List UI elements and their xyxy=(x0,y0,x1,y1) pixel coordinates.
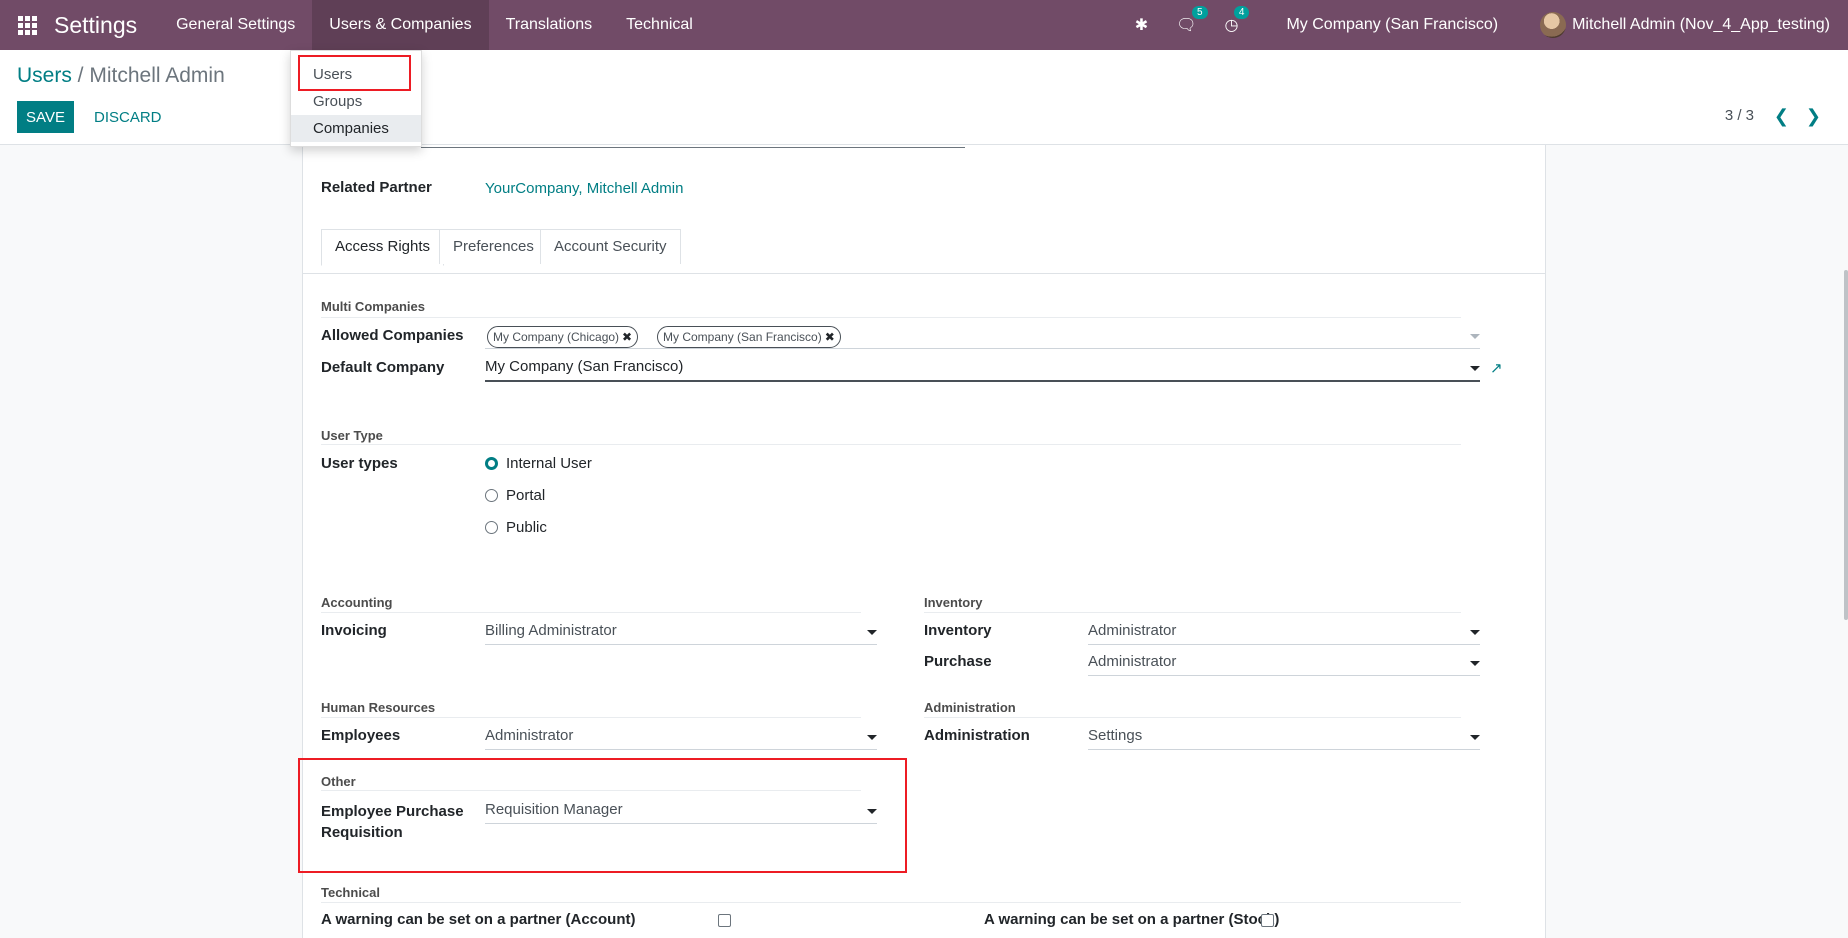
inventory-select[interactable]: Administrator xyxy=(1088,622,1480,645)
radio-internal-user[interactable]: Internal User xyxy=(485,455,592,472)
purchase-label: Purchase xyxy=(924,653,992,670)
caret-down-icon xyxy=(867,735,877,740)
user-types-label: User types xyxy=(321,455,398,472)
tab-account-security[interactable]: Account Security xyxy=(540,229,681,264)
caret-down-icon xyxy=(1470,630,1480,635)
group-title-user-type: User Type xyxy=(321,428,383,443)
chat-icon[interactable]: 🗨 5 xyxy=(1176,6,1208,35)
inventory-label: Inventory xyxy=(924,622,992,639)
menu-users-companies[interactable]: Users & Companies xyxy=(312,0,489,50)
chevron-left-icon[interactable]: ❮ xyxy=(1774,106,1789,127)
default-company-label: Default Company xyxy=(321,359,445,376)
pager-value: 3 / 3 xyxy=(1724,107,1754,124)
divider xyxy=(321,902,1461,903)
radio-label: Public xyxy=(506,519,547,536)
employees-label: Employees xyxy=(321,727,401,744)
breadcrumb-separator: / xyxy=(71,64,90,87)
warning-account-label: A warning can be set on a partner (Accou… xyxy=(321,911,636,928)
group-title-human-resources: Human Resources xyxy=(321,700,436,715)
avatar xyxy=(1540,12,1567,38)
highlight-box-other xyxy=(298,758,907,873)
tab-access-rights[interactable]: Access Rights xyxy=(321,229,445,266)
invoicing-value: Billing Administrator xyxy=(485,622,617,639)
menu-technical[interactable]: Technical xyxy=(609,0,710,50)
default-company-select[interactable]: My Company (San Francisco) xyxy=(485,358,1480,382)
app-brand[interactable]: Settings xyxy=(54,12,137,39)
tag-san-francisco: My Company (San Francisco) ✖ xyxy=(657,326,841,348)
scrollbar[interactable] xyxy=(1844,270,1848,620)
tag-remove-icon[interactable]: ✖ xyxy=(622,330,632,344)
radio-dot xyxy=(485,521,498,534)
menu-translations[interactable]: Translations xyxy=(489,0,610,50)
invoicing-select[interactable]: Billing Administrator xyxy=(485,622,877,645)
warning-stock-label: A warning can be set on a partner (Stock… xyxy=(984,911,1280,928)
related-partner-label: Related Partner xyxy=(321,179,432,196)
highlight-box-users xyxy=(298,55,411,91)
clock-icon[interactable]: ◷ 4 xyxy=(1225,6,1250,35)
invoicing-label: Invoicing xyxy=(321,622,387,639)
menu-general-settings[interactable]: General Settings xyxy=(159,0,312,50)
divider xyxy=(924,717,1461,718)
radio-dot xyxy=(485,457,498,470)
divider xyxy=(924,612,1461,613)
dropdown-item-companies[interactable]: Companies xyxy=(291,115,421,142)
employees-value: Administrator xyxy=(485,727,574,744)
allowed-companies-field[interactable]: My Company (Chicago) ✖ My Company (San Fr… xyxy=(485,326,1480,349)
caret-down-icon xyxy=(867,630,877,635)
group-title-accounting: Accounting xyxy=(321,595,393,610)
divider xyxy=(321,612,861,613)
control-panel: Users / Mitchell Admin SAVE DISCARD 3 / … xyxy=(0,50,1848,145)
user-name: Mitchell Admin (Nov_4_App_testing) xyxy=(1572,16,1830,33)
discard-button[interactable]: DISCARD xyxy=(88,101,168,133)
tag-remove-icon[interactable]: ✖ xyxy=(825,330,835,344)
breadcrumb: Users / Mitchell Admin xyxy=(17,64,225,88)
chat-badge: 5 xyxy=(1191,6,1208,19)
caret-down-icon xyxy=(1470,334,1480,339)
inventory-value: Administrator xyxy=(1088,622,1177,639)
administration-value: Settings xyxy=(1088,727,1143,744)
divider xyxy=(321,444,1461,445)
divider xyxy=(321,717,861,718)
warning-stock-checkbox[interactable] xyxy=(1261,914,1274,927)
radio-public[interactable]: Public xyxy=(485,519,547,536)
group-title-technical: Technical xyxy=(321,885,381,900)
caret-down-icon xyxy=(1470,661,1480,666)
group-title-inventory: Inventory xyxy=(924,595,983,610)
group-title-multi-companies: Multi Companies xyxy=(321,299,426,314)
radio-label: Portal xyxy=(506,487,546,504)
employees-select[interactable]: Administrator xyxy=(485,727,877,750)
radio-portal[interactable]: Portal xyxy=(485,487,545,504)
purchase-value: Administrator xyxy=(1088,653,1177,670)
activity-badge: 4 xyxy=(1233,6,1250,19)
caret-down-icon xyxy=(1470,366,1480,371)
divider xyxy=(321,317,1461,318)
group-title-administration: Administration xyxy=(924,700,1016,715)
chevron-right-icon[interactable]: ❯ xyxy=(1806,106,1821,127)
external-link-icon[interactable]: ↗ xyxy=(1490,359,1503,377)
dropdown-item-groups[interactable]: Groups xyxy=(291,88,421,115)
default-company-value: My Company (San Francisco) xyxy=(485,358,684,375)
tab-preferences[interactable]: Preferences xyxy=(439,229,548,264)
radio-label: Internal User xyxy=(506,455,592,472)
name-field-underline xyxy=(421,147,965,148)
breadcrumb-current: Mitchell Admin xyxy=(89,64,225,87)
administration-select[interactable]: Settings xyxy=(1088,727,1480,750)
apps-grid-icon[interactable] xyxy=(0,0,54,50)
purchase-select[interactable]: Administrator xyxy=(1088,653,1480,676)
save-button[interactable]: SAVE xyxy=(17,101,74,133)
company-switcher[interactable]: My Company (San Francisco) xyxy=(1286,16,1498,34)
tag-chicago: My Company (Chicago) ✖ xyxy=(487,326,639,348)
warning-account-checkbox[interactable] xyxy=(718,914,731,927)
administration-label: Administration xyxy=(924,727,1030,744)
caret-down-icon xyxy=(1470,735,1480,740)
top-navbar: Settings General Settings Users & Compan… xyxy=(0,0,1848,50)
breadcrumb-users[interactable]: Users xyxy=(17,64,72,87)
radio-dot xyxy=(485,489,498,502)
related-partner-link[interactable]: YourCompany, Mitchell Admin xyxy=(485,180,683,197)
allowed-companies-label: Allowed Companies xyxy=(321,327,464,344)
user-menu[interactable]: Mitchell Admin (Nov_4_App_testing) xyxy=(1540,12,1830,38)
bug-icon[interactable]: ✱ xyxy=(1135,15,1148,35)
